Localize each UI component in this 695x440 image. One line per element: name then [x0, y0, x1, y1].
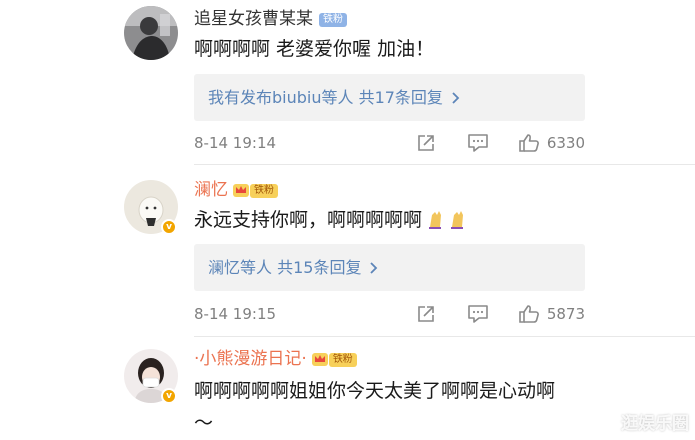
username-text[interactable]: 追星女孩曹某某 — [194, 9, 313, 29]
timestamp: 8-14 19:14 — [194, 134, 277, 152]
comment-meta: 8-14 19:14 6330 — [194, 133, 585, 153]
username-text[interactable]: 澜忆 — [194, 180, 228, 200]
comment-item: v 澜忆 铁粉 永远支持你啊，啊啊啊啊啊 澜忆等人 共15条回复 8-14 19… — [0, 165, 695, 337]
timestamp: 8-14 19:15 — [194, 305, 277, 323]
fan-badge: 铁粉 — [328, 353, 357, 367]
comment-item: v ·小熊漫游日记· 铁粉 啊啊啊啊啊姐姐你今天太美了啊啊是心动啊 ～ — [0, 337, 695, 440]
username[interactable]: ·小熊漫游日记· 铁粉 — [194, 348, 357, 374]
verified-icon: v — [161, 219, 177, 235]
comment-text: 啊啊啊啊 老婆爱你喔 加油！ — [194, 38, 435, 60]
like-count: 6330 — [546, 134, 585, 152]
comment-text: 啊啊啊啊啊姐姐你今天太美了啊啊是心动啊 — [194, 380, 556, 402]
like-count: 5873 — [546, 305, 585, 323]
watermark: 逛娱乐圈 — [621, 414, 689, 434]
comment-icon[interactable] — [467, 133, 489, 153]
avatar[interactable] — [124, 6, 178, 60]
crown-icon — [311, 350, 329, 374]
like-icon[interactable] — [518, 133, 540, 153]
username-text[interactable]: ·小熊漫游日记· — [194, 349, 307, 369]
share-icon[interactable] — [416, 133, 436, 153]
verified-icon: v — [161, 388, 177, 404]
reply-summary-button[interactable]: 我有发布biubiu等人 共17条回复 — [194, 74, 585, 121]
clapping-emoji-icon — [426, 208, 470, 238]
comment-text: 永远支持你啊，啊啊啊啊啊 — [194, 205, 470, 238]
reply-summary-text[interactable]: 我有发布biubiu等人 共17条回复 — [208, 88, 443, 107]
comment-meta: 8-14 19:15 5873 — [194, 304, 585, 324]
share-icon[interactable] — [416, 304, 436, 324]
reply-summary-button[interactable]: 澜忆等人 共15条回复 — [194, 244, 585, 291]
fan-badge: 铁粉 — [319, 13, 347, 27]
comment-text-line2: ～ — [194, 412, 214, 434]
chevron-right-icon — [369, 244, 378, 291]
crown-icon — [232, 181, 250, 205]
fan-badge: 铁粉 — [250, 184, 278, 198]
reply-summary-text[interactable]: 澜忆等人 共15条回复 — [208, 258, 361, 277]
comment-text-body: 永远支持你啊，啊啊啊啊啊 — [194, 209, 423, 231]
like-icon[interactable] — [518, 304, 540, 324]
username[interactable]: 追星女孩曹某某 铁粉 — [194, 8, 347, 30]
comment-item: 追星女孩曹某某 铁粉 啊啊啊啊 老婆爱你喔 加油！ 我有发布biubiu等人 共1… — [0, 0, 695, 165]
username[interactable]: 澜忆 铁粉 — [194, 179, 278, 205]
chevron-right-icon — [451, 74, 460, 121]
comment-icon[interactable] — [467, 304, 489, 324]
